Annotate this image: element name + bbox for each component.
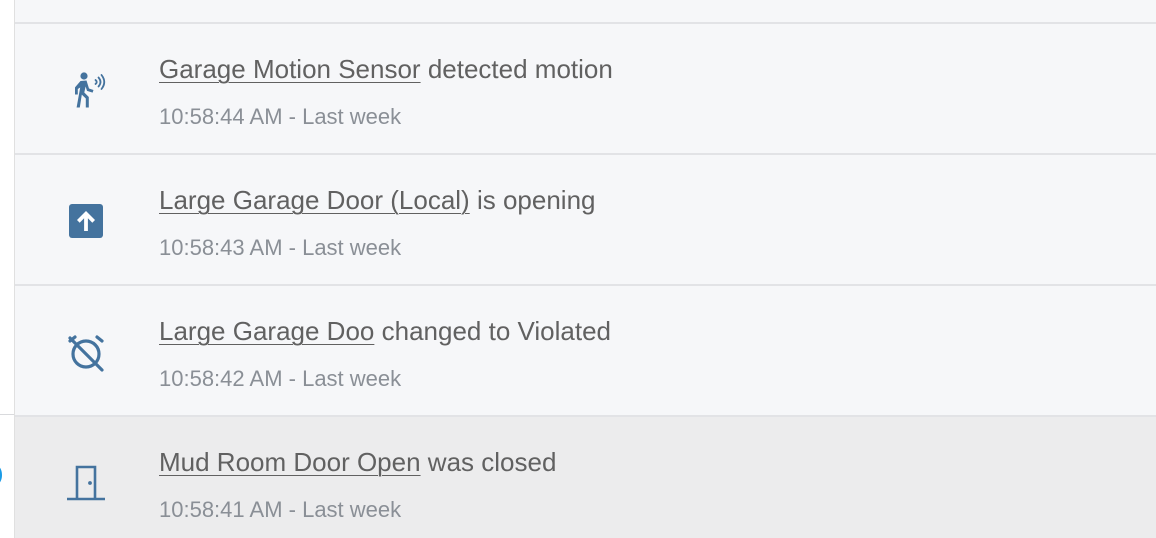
- entry-message: Mud Room Door Open was closed: [159, 447, 556, 478]
- alarm-off-icon: [62, 328, 110, 376]
- entry-message: Large Garage Door (Local) is opening: [159, 185, 596, 216]
- entity-link[interactable]: Large Garage Doo: [159, 316, 374, 346]
- entry-timestamp: 10:58:42 AM - Last week: [159, 366, 402, 391]
- entry-timestamp: 10:58:44 AM - Last week: [159, 104, 402, 129]
- entry-action: changed to Violated: [381, 316, 611, 346]
- entry-timestamp: 10:58:43 AM - Last week: [159, 235, 402, 260]
- logbook-entry[interactable]: Mud Room Door Open was closed 10:58:41 A…: [15, 417, 1156, 538]
- motion-sensor-icon: [62, 66, 110, 114]
- logbook-entry[interactable]: Garage Motion Sensor detected motion 10:…: [15, 24, 1156, 155]
- logbook-list: Garage Motion Sensor detected motion 10:…: [14, 0, 1156, 538]
- entry-action: detected motion: [427, 54, 613, 84]
- entry-action: is opening: [476, 185, 596, 215]
- logbook-page: Garage Motion Sensor detected motion 10:…: [0, 0, 1156, 538]
- sidebar-indicator[interactable]: [0, 466, 2, 484]
- entry-action: was closed: [427, 447, 557, 477]
- logbook-entry[interactable]: Large Garage Doo changed to Violated 10:…: [15, 286, 1156, 417]
- door-closed-icon: [62, 459, 110, 507]
- entry-message: Large Garage Doo changed to Violated: [159, 316, 611, 347]
- entry-message: Garage Motion Sensor detected motion: [159, 54, 613, 85]
- entity-link[interactable]: Mud Room Door Open: [159, 447, 421, 477]
- entry-timestamp: 10:58:41 AM - Last week: [159, 497, 402, 522]
- arrow-up-box-icon: [62, 197, 110, 245]
- entity-link[interactable]: Garage Motion Sensor: [159, 54, 421, 84]
- list-item-partial: [15, 0, 1156, 24]
- logbook-entry[interactable]: Large Garage Door (Local) is opening 10:…: [15, 155, 1156, 286]
- entity-link[interactable]: Large Garage Door (Local): [159, 185, 470, 215]
- sidebar-divider: [0, 414, 15, 415]
